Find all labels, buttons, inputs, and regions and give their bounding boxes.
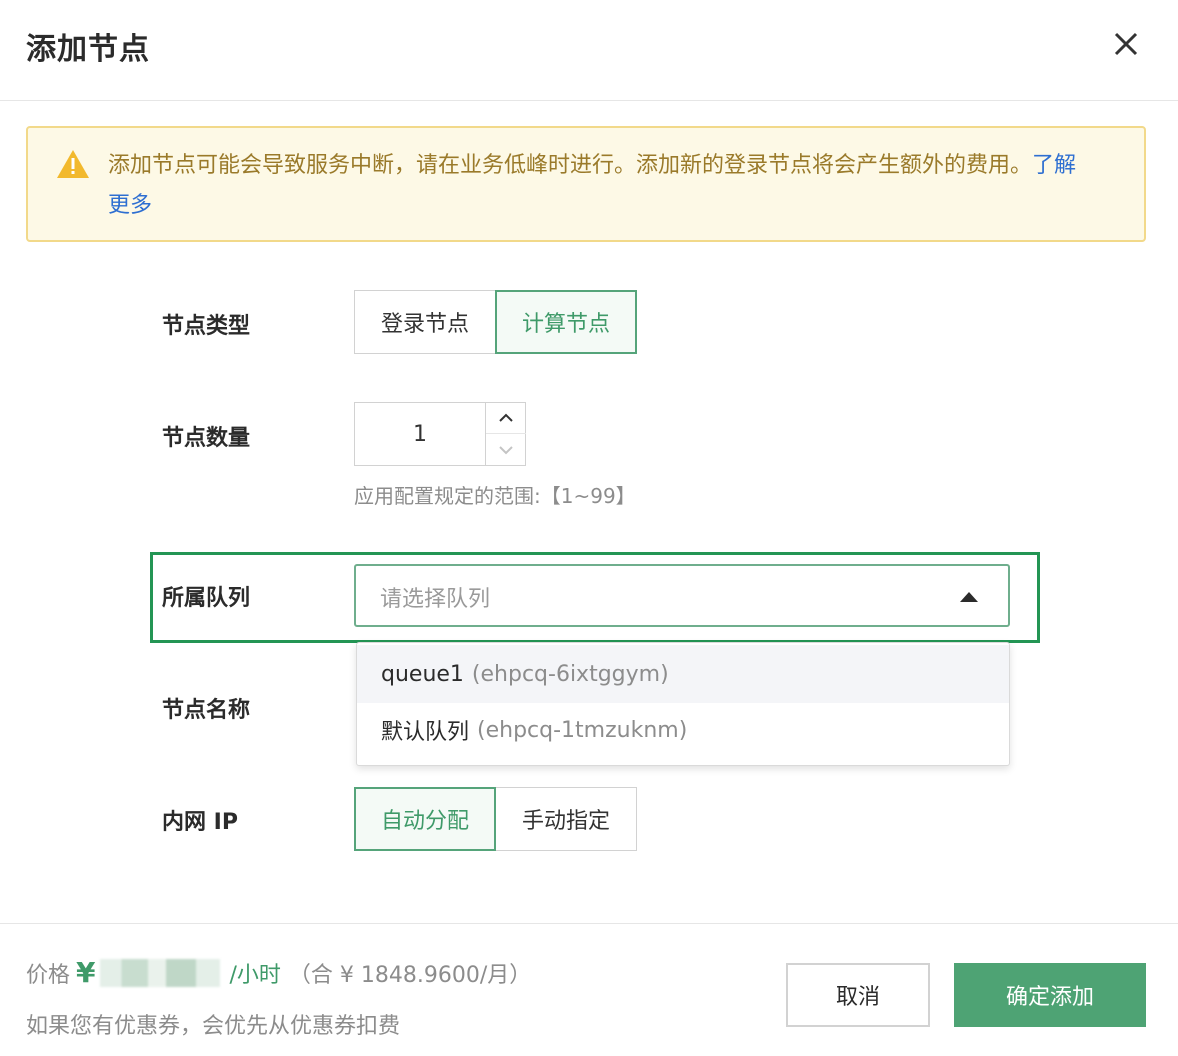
price-label: 价格 [26, 962, 71, 988]
queue-select[interactable]: 请选择队列 [354, 564, 1010, 627]
dialog-footer: 价格 ¥ /小时 （合 ¥ 1848.9600/月） 如果您有优惠券，会优先从优… [0, 923, 1178, 1056]
stepper-buttons [485, 403, 526, 465]
queue-option-id: (ehpcq-6ixtggym) [471, 661, 669, 687]
caret-up-icon [960, 592, 978, 602]
queue-option[interactable]: queue1 (ehpcq-6ixtggym) [357, 645, 1009, 703]
node-count-input[interactable]: 1 [355, 403, 485, 465]
warning-icon [57, 150, 89, 178]
close-icon[interactable] [1110, 28, 1142, 60]
queue-label: 所属队列 [162, 586, 251, 611]
redacted-price [99, 958, 220, 987]
warning-text: 添加节点可能会导致服务中断，请在业务低峰时进行。添加新的登录节点将会产生额外的费… [108, 146, 1098, 226]
node-type-compute-option[interactable]: 计算节点 [495, 290, 637, 354]
node-count-stepper: 1 [354, 402, 526, 466]
cancel-button[interactable]: 取消 [786, 963, 930, 1027]
chevron-up-icon [499, 413, 513, 422]
coupon-note: 如果您有优惠券，会优先从优惠券扣费 [26, 1014, 401, 1039]
node-type-selector: 登录节点 计算节点 [354, 290, 637, 354]
private-ip-selector: 自动分配 手动指定 [354, 787, 637, 851]
currency-symbol: ¥ [76, 956, 96, 989]
confirm-add-button[interactable]: 确定添加 [954, 963, 1146, 1027]
node-name-label: 节点名称 [162, 698, 251, 723]
chevron-down-icon [499, 445, 513, 454]
warning-banner: 添加节点可能会导致服务中断，请在业务低峰时进行。添加新的登录节点将会产生额外的费… [26, 126, 1146, 242]
monthly-price: （合 ¥ 1848.9600/月） [288, 962, 532, 988]
private-ip-label: 内网 IP [162, 810, 238, 835]
node-count-label: 节点数量 [162, 426, 251, 451]
queue-select-placeholder: 请选择队列 [380, 587, 491, 612]
dialog-title: 添加节点 [26, 32, 150, 67]
ip-manual-option[interactable]: 手动指定 [495, 787, 637, 851]
dialog-header: 添加节点 [0, 0, 1178, 101]
node-type-login-option[interactable]: 登录节点 [354, 290, 496, 354]
node-type-label: 节点类型 [162, 314, 251, 339]
price-line: 价格 ¥ /小时 （合 ¥ 1848.9600/月） [26, 956, 531, 989]
queue-option[interactable]: 默认队列 (ehpcq-1tmzuknm) [357, 701, 1009, 759]
node-count-hint: 应用配置规定的范围:【1~99】 [354, 484, 636, 508]
ip-auto-option[interactable]: 自动分配 [354, 787, 496, 851]
decrement-button[interactable] [486, 434, 526, 465]
queue-option-name: 默认队列 [381, 720, 470, 745]
warning-message: 添加节点可能会导致服务中断，请在业务低峰时进行。添加新的登录节点将会产生额外的费… [108, 153, 1033, 178]
queue-dropdown: queue1 (ehpcq-6ixtggym) 默认队列 (ehpcq-1tmzuk… [356, 642, 1010, 766]
queue-option-name: queue1 [381, 661, 464, 687]
increment-button[interactable] [486, 403, 526, 434]
price-unit: /小时 [229, 962, 281, 988]
queue-option-id: (ehpcq-1tmzuknm) [477, 717, 688, 743]
